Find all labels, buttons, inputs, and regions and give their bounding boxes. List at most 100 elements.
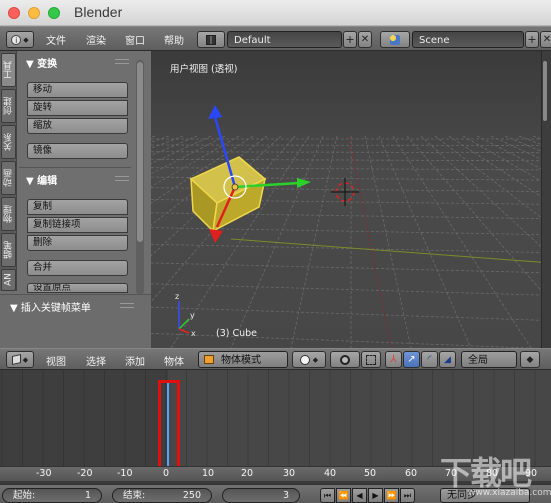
duplicate-linked-button[interactable]: 复制链接项 xyxy=(27,217,128,233)
rotate-manipulator-button[interactable]: ◜ xyxy=(421,351,438,368)
panel-grip-icon[interactable] xyxy=(115,59,129,64)
menu-view[interactable]: 视图 xyxy=(46,353,66,368)
tick-label: -30 xyxy=(36,468,52,479)
section-transform-header[interactable]: ▼ 变换 xyxy=(26,55,57,70)
play-icon: ▶ xyxy=(372,491,379,500)
start-frame-field[interactable]: 起始: 1 xyxy=(2,488,102,503)
jump-start-button[interactable]: ⏮ xyxy=(320,488,335,503)
current-frame-field[interactable]: 3 xyxy=(222,488,300,503)
start-frame-value: 1 xyxy=(84,490,91,501)
tab-an[interactable]: AN xyxy=(1,269,16,291)
scene-icon xyxy=(390,34,400,45)
editor-type-info-button[interactable]: i ◆ xyxy=(6,31,34,48)
tab-animation[interactable]: 动画 xyxy=(1,161,16,195)
duplicate-button[interactable]: 复制 xyxy=(27,199,128,215)
3d-cursor-icon[interactable] xyxy=(331,178,359,206)
screen-layout-button[interactable] xyxy=(197,31,225,48)
add-scene-button[interactable]: + xyxy=(525,31,539,48)
axis-label-x: x xyxy=(191,329,196,338)
jump-keyframe-forward-button[interactable]: ⏩ xyxy=(384,488,399,503)
menu-help[interactable]: 帮助 xyxy=(164,32,184,47)
editor-type-3d-button[interactable]: ◆ xyxy=(6,351,34,368)
scale-button[interactable]: 缩放 xyxy=(27,118,128,134)
manipulator-icon xyxy=(366,354,376,365)
end-frame-label: 结束: xyxy=(123,490,146,501)
menu-select[interactable]: 选择 xyxy=(86,353,106,368)
minimize-window-button[interactable] xyxy=(28,7,40,19)
tool-shelf-scrollbar[interactable] xyxy=(136,60,144,295)
scale-manipulator-button[interactable]: ◢ xyxy=(439,351,456,368)
add-layout-button[interactable]: + xyxy=(343,31,357,48)
cube-icon xyxy=(11,354,21,365)
rotate-button[interactable]: 旋转 xyxy=(27,100,128,116)
info-header: i ◆ 文件 渲染 窗口 帮助 Default + ✕ Scene + ✕ xyxy=(0,26,551,51)
mirror-button[interactable]: 镜像 xyxy=(27,143,128,159)
manipulator-axes-button[interactable]: ⅄ xyxy=(385,351,402,368)
insert-keyframe-menu-header[interactable]: ▼ 插入关键帧菜单 xyxy=(10,299,91,314)
watermark-url: www.xiazaiba.com xyxy=(468,488,551,498)
delete-button[interactable]: 删除 xyxy=(27,235,128,251)
transform-orientation-selector[interactable]: 全局 xyxy=(461,351,517,368)
axis-gizmo: z y x xyxy=(175,292,196,338)
viewport-scene: z y x xyxy=(151,105,551,348)
join-button[interactable]: 合并 xyxy=(27,260,128,276)
menu-object[interactable]: 物体 xyxy=(164,353,184,368)
set-origin-button[interactable]: 设置原点 xyxy=(27,283,128,293)
move-button[interactable]: 移动 xyxy=(27,82,128,98)
blender-window: Blender i ◆ 文件 渲染 窗口 帮助 Default + ✕ Scen… xyxy=(0,0,551,503)
jump-keyframe-back-button[interactable]: ⏪ xyxy=(336,488,351,503)
scene-field[interactable]: Scene xyxy=(412,31,524,48)
start-frame-label: 起始: xyxy=(13,490,36,501)
plus-icon: + xyxy=(527,33,537,46)
tab-relations[interactable]: 关系 xyxy=(1,125,16,159)
manipulator-toggle-button[interactable] xyxy=(361,351,381,368)
fast-forward-icon: ⏩ xyxy=(386,491,397,500)
tab-physics[interactable]: 物理 xyxy=(1,197,16,231)
chevron-icon: ◆ xyxy=(22,355,29,364)
3d-view-header: ◆ 视图 选择 添加 物体 物体模式 ◆ ⅄ ↗ ◜ ◢ 全局 ◆ xyxy=(0,348,551,370)
tick-label: 50 xyxy=(364,468,377,479)
menu-render[interactable]: 渲染 xyxy=(86,32,106,47)
viewport-scroll-handle[interactable] xyxy=(543,61,547,121)
viewport-shading-button[interactable]: ◆ xyxy=(292,351,326,368)
rewind-icon: ⏪ xyxy=(338,491,349,500)
current-frame-value: 3 xyxy=(282,490,289,501)
layout-field[interactable]: Default xyxy=(227,31,342,48)
panel-grip-icon[interactable] xyxy=(120,303,134,308)
title-bar: Blender xyxy=(0,0,551,26)
menu-add[interactable]: 添加 xyxy=(125,353,145,368)
remove-layout-button[interactable]: ✕ xyxy=(358,31,372,48)
panel-grip-icon[interactable] xyxy=(115,176,129,181)
layers-button[interactable]: ◆ xyxy=(520,351,540,368)
section-edit-header[interactable]: ▼ 编辑 xyxy=(26,172,57,187)
jump-end-icon: ⏭ xyxy=(403,490,412,500)
chevron-icon: ◆ xyxy=(23,35,29,44)
scrollbar-thumb[interactable] xyxy=(137,62,143,242)
play-reverse-button[interactable]: ◀ xyxy=(352,488,367,503)
play-reverse-icon: ◀ xyxy=(356,491,363,500)
tick-label: -20 xyxy=(77,468,93,479)
arc-icon: ◜ xyxy=(427,354,432,365)
viewport-view-label: 用户视图 (透视) xyxy=(170,64,238,75)
tab-create[interactable]: 创建 xyxy=(1,89,16,123)
window-title: Blender xyxy=(74,4,123,20)
scene-selector-button[interactable] xyxy=(380,31,410,48)
play-button[interactable]: ▶ xyxy=(368,488,383,503)
layout-grid-icon xyxy=(206,34,216,45)
pivot-point-button[interactable] xyxy=(330,351,360,368)
end-frame-field[interactable]: 结束: 250 xyxy=(112,488,212,503)
translate-manipulator-button[interactable]: ↗ xyxy=(403,351,420,368)
jump-end-button[interactable]: ⏭ xyxy=(400,488,415,503)
close-window-button[interactable] xyxy=(8,7,20,19)
tab-tools[interactable]: 工具 xyxy=(1,53,16,87)
tab-grease-pencil[interactable]: 蜡笔 xyxy=(1,233,16,267)
scale-icon: ◢ xyxy=(444,354,451,365)
menu-file[interactable]: 文件 xyxy=(46,32,66,47)
menu-window[interactable]: 窗口 xyxy=(125,32,145,47)
3d-viewport[interactable]: z y x xyxy=(151,51,551,348)
pivot-icon xyxy=(340,354,350,365)
zoom-window-button[interactable] xyxy=(48,7,60,19)
object-mode-icon xyxy=(204,355,214,364)
remove-scene-button[interactable]: ✕ xyxy=(540,31,551,48)
panel-divider xyxy=(19,167,131,168)
